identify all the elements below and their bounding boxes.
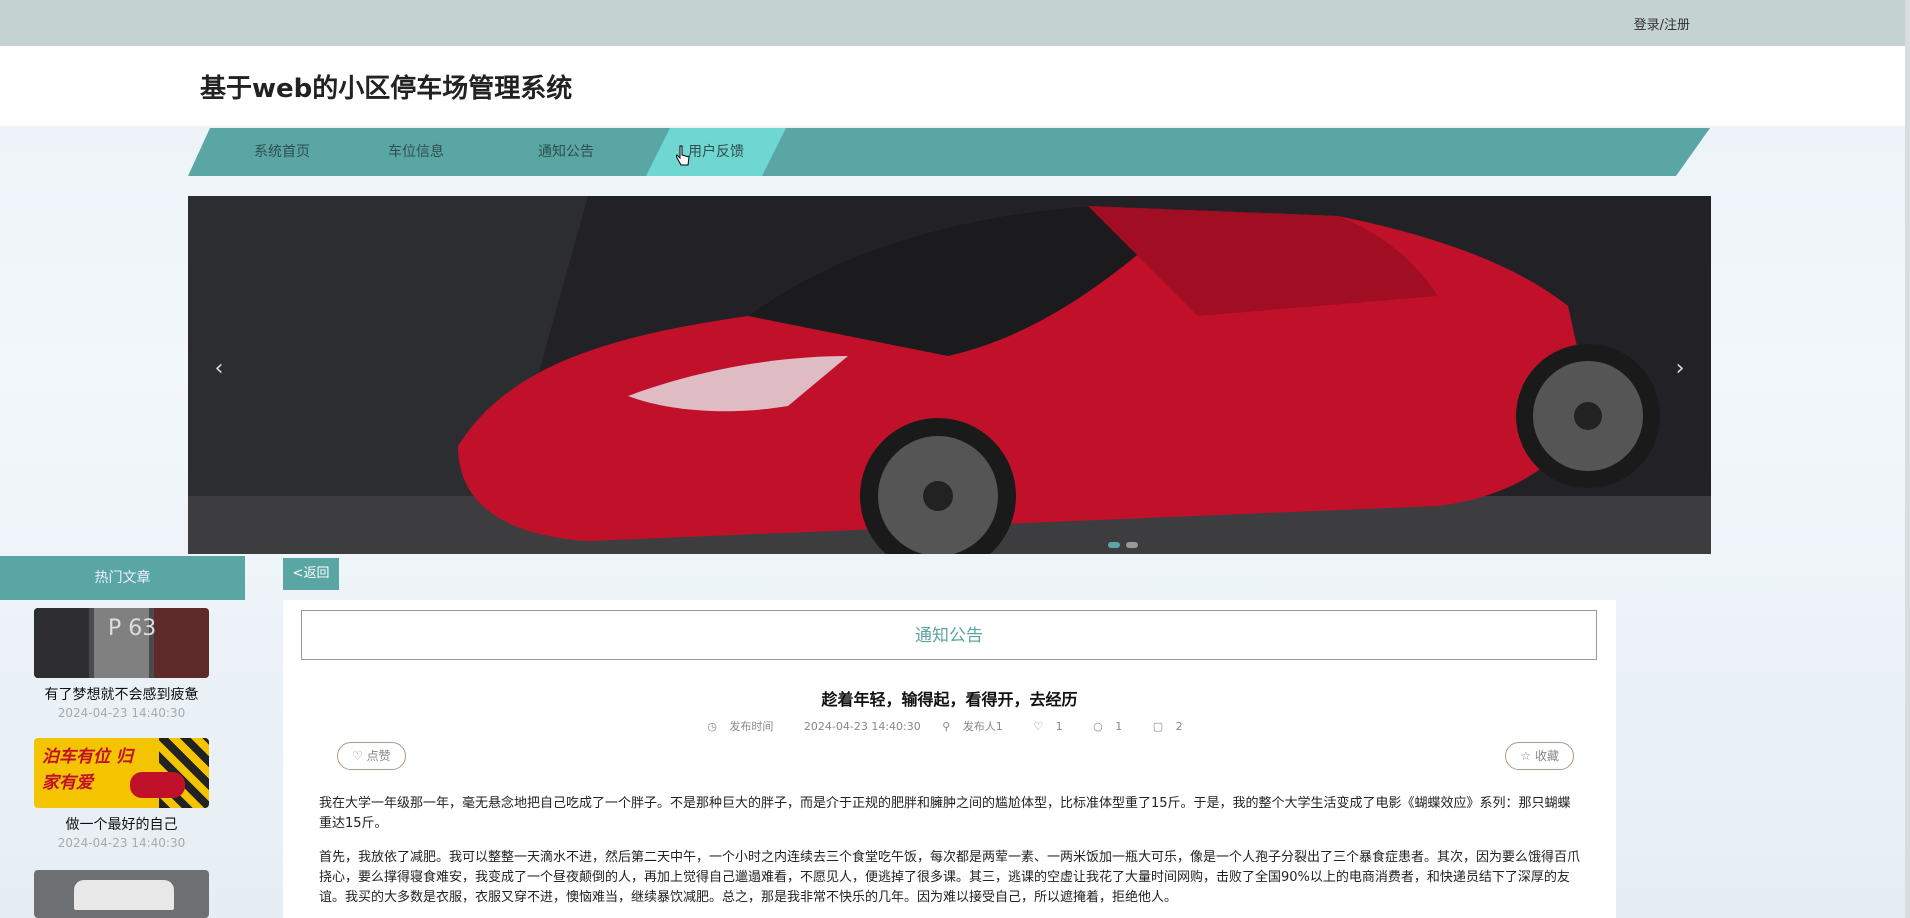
mouse-cursor-icon (676, 145, 690, 166)
post-title: 趁着年轻，输得起，看得开，去经历 (821, 690, 1078, 709)
article-title[interactable]: 做一个最好的自己 (34, 814, 209, 834)
page-scrollbar[interactable] (1905, 0, 1910, 918)
author: ⚲ 发布人1 (942, 720, 1003, 733)
comment-count: ▢ 2 (1152, 720, 1183, 733)
notice-detail-panel: 通知公告 趁着年轻，输得起，看得开，去经历 ◷ 发布时间 2024-04-23 … (283, 600, 1616, 918)
nav-item-feedback[interactable]: 用户反馈 (646, 128, 786, 176)
post-meta: ◷ 发布时间 2024-04-23 14:40:30 ⚲ 发布人1 ♡ 1 ○ … (283, 718, 1616, 734)
dislike-count: ○ 1 (1093, 720, 1123, 733)
banner-carousel[interactable]: ‹ › (188, 196, 1711, 554)
publish-time: ◷ 发布时间 (707, 720, 774, 733)
collect-button[interactable]: ☆ 收藏 (1505, 742, 1574, 770)
sports-car-image (188, 196, 1711, 554)
article-thumbnail: P 63 (34, 608, 209, 678)
carousel-next-button[interactable]: › (1665, 356, 1695, 381)
article-thumbnail (34, 870, 209, 918)
like-button[interactable]: ♡ 点赞 (337, 742, 406, 770)
section-title: 通知公告 (301, 610, 1597, 660)
carousel-dot[interactable] (1126, 542, 1138, 548)
sidebar-article[interactable]: P 63 有了梦想就不会感到疲惫 2024-04-23 14:40:30 (34, 608, 209, 720)
back-button[interactable]: <返回 (283, 558, 339, 590)
login-register-link[interactable]: 登录/注册 (1634, 14, 1690, 33)
carousel-indicators (1108, 542, 1138, 548)
hot-articles-sidebar: 热门文章 P 63 有了梦想就不会感到疲惫 2024-04-23 14:40:3… (0, 556, 245, 918)
nav-item-home[interactable]: 系统首页 (222, 128, 342, 176)
sidebar-article[interactable] (34, 870, 209, 918)
sidebar-heading: 热门文章 (0, 556, 245, 600)
publish-time-value: 2024-04-23 14:40:30 (803, 720, 921, 733)
article-thumb-text: P 63 (108, 616, 157, 641)
site-header: 基于web的小区停车场管理系统 (0, 46, 1905, 126)
article-date: 2024-04-23 14:40:30 (57, 706, 186, 720)
article-date: 2024-04-23 14:40:30 (57, 836, 186, 850)
main-nav: 系统首页 车位信息 通知公告 用户反馈 (188, 128, 1710, 176)
nav-item-notice[interactable]: 通知公告 (506, 128, 626, 176)
top-bar: 登录/注册 (0, 0, 1905, 46)
article-thumbnail: 泊车有位 归家有爱 (34, 738, 209, 808)
carousel-prev-button[interactable]: ‹ (204, 356, 234, 381)
article-paragraph: 我在大学一年级那一年，毫无悬念地把自己吃成了一个胖子。不是那种巨大的胖子，而是介… (319, 796, 1571, 831)
like-count: ♡ 1 (1033, 720, 1063, 733)
article-title[interactable]: 有了梦想就不会感到疲惫 (34, 684, 209, 704)
site-title: 基于web的小区停车场管理系统 (200, 74, 573, 104)
article-paragraph: 首先，我放依了减肥。我可以整整一天滴水不进，然后第二天中午，一个小时之内连续去三… (319, 850, 1581, 905)
sidebar-article[interactable]: 泊车有位 归家有爱 做一个最好的自己 2024-04-23 14:40:30 (34, 738, 209, 850)
nav-item-parking-info[interactable]: 车位信息 (356, 128, 476, 176)
article-thumb-text: 泊车有位 归家有爱 (42, 747, 133, 793)
carousel-dot-active[interactable] (1108, 542, 1120, 548)
